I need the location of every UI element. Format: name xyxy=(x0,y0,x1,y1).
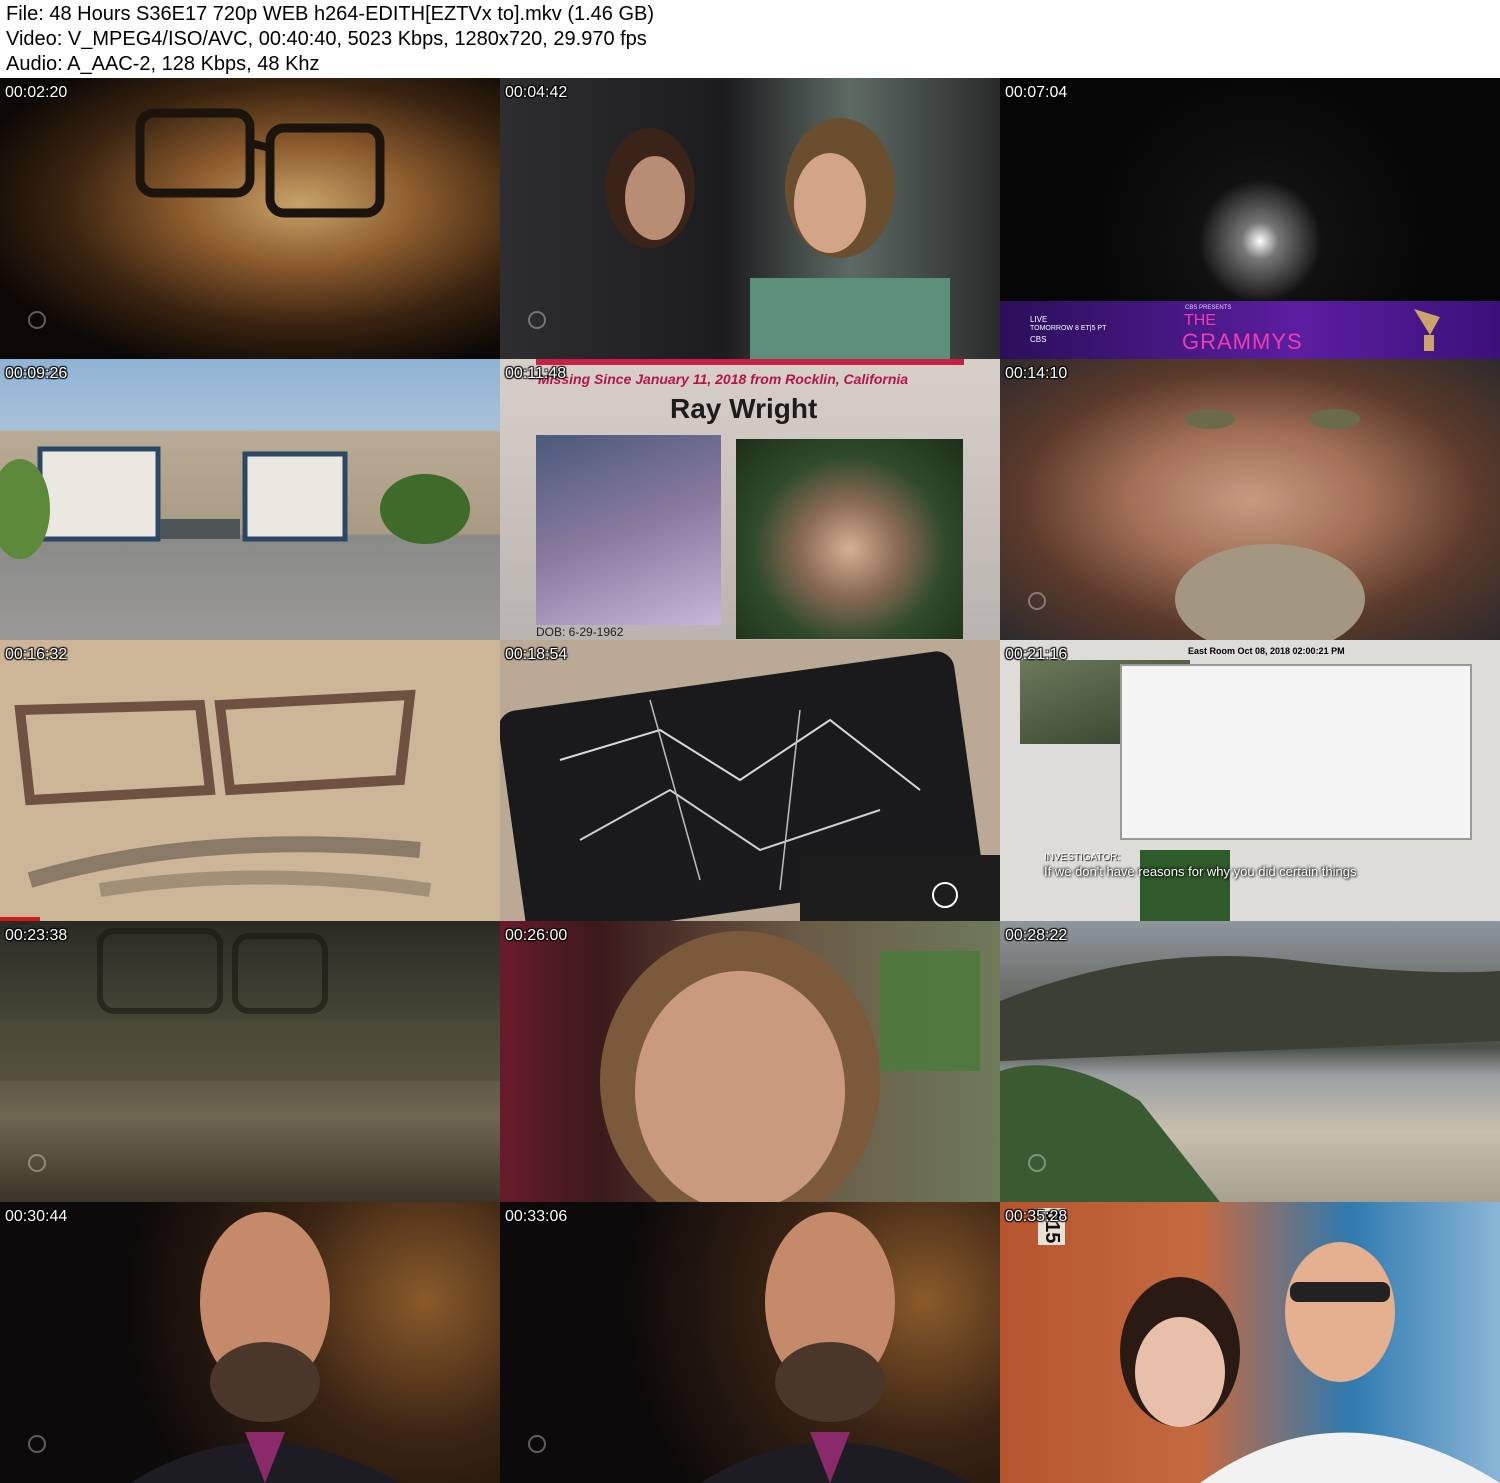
cbs-logo-icon xyxy=(528,1435,546,1453)
thumbnail-timestamp: 00:09:26 xyxy=(5,365,68,382)
caption-speaker: INVESTIGATOR: xyxy=(1044,852,1121,863)
thumbnail-timestamp: 00:23:38 xyxy=(5,927,68,944)
thumbnail-14[interactable]: 00:33:06 xyxy=(500,1202,1000,1483)
man-portrait-icon xyxy=(700,1212,970,1483)
gramophone-icon xyxy=(1414,309,1440,351)
cracked-phone-icon xyxy=(500,651,1000,921)
thumbnail-4[interactable]: 00:09:26 xyxy=(0,359,500,640)
thumbnail-8[interactable]: 00:18:54 xyxy=(500,640,1000,921)
thumbnail-timestamp: 00:33:06 xyxy=(505,1208,568,1225)
thumbnail-timestamp: 00:18:54 xyxy=(505,646,568,663)
glasses-icon xyxy=(135,108,385,218)
poster-dob: DOB: 6-29-1962 xyxy=(536,625,624,639)
cctv-timestamp: East Room Oct 08, 2018 02:00:21 PM xyxy=(1188,646,1345,656)
whiteboard xyxy=(1120,664,1472,840)
cbs-logo-icon xyxy=(1028,1154,1046,1172)
poster-top-bar xyxy=(536,359,964,365)
thumbnail-3[interactable]: LIVE TOMORROW 8 ET|5 PT CBS CBS PRESENTS… xyxy=(1000,78,1500,359)
person-seated xyxy=(1140,850,1230,921)
man-portrait-icon xyxy=(130,1212,400,1483)
thumbnail-15[interactable]: 615 00:35:28 xyxy=(1000,1202,1500,1483)
thumbnail-12[interactable]: 00:28:22 xyxy=(1000,921,1500,1202)
women-silhouette-icon xyxy=(605,118,950,359)
poster-family-photo xyxy=(536,435,721,625)
cbs-logo-icon xyxy=(28,1435,46,1453)
face-icon xyxy=(1175,409,1365,640)
promo-network: CBS xyxy=(1030,335,1047,344)
thumbnail-grid: 00:02:20 00:04:42 LIVE TOMORROW 8 ET|5 P… xyxy=(0,78,1500,1483)
thumbnail-timestamp: 00:21:16 xyxy=(1005,646,1068,663)
promo-when: TOMORROW 8 ET|5 PT xyxy=(1030,325,1107,332)
promo-presents: CBS PRESENTS xyxy=(1185,305,1232,311)
thumbnail-2[interactable]: 00:04:42 xyxy=(500,78,1000,359)
thumbnail-6[interactable]: 00:14:10 xyxy=(1000,359,1500,640)
thumbnail-timestamp: 00:28:22 xyxy=(1005,927,1068,944)
thumbnail-5[interactable]: Missing Since January 11, 2018 from Rock… xyxy=(500,359,1000,640)
poster-name: Ray Wright xyxy=(670,393,818,424)
thumbnail-timestamp: 00:14:10 xyxy=(1005,365,1068,382)
thumbnail-13[interactable]: 00:30:44 xyxy=(0,1202,500,1483)
thumbnail-timestamp: 00:04:42 xyxy=(505,84,568,101)
garage-doors-icon xyxy=(0,446,470,559)
thumbnail-timestamp: 00:26:00 xyxy=(505,927,568,944)
cbs-logo-icon xyxy=(28,311,46,329)
thumbnail-7[interactable]: 00:16:32 xyxy=(0,640,500,921)
thumbnail-timestamp: 00:07:04 xyxy=(1005,84,1068,101)
audio-info-line: Audio: A_AAC-2, 128 Kbps, 48 Khz xyxy=(6,53,320,75)
broken-glasses-icon xyxy=(14,689,432,897)
thumbnail-1[interactable]: 00:02:20 xyxy=(0,78,500,359)
glasses-icon xyxy=(0,928,500,1081)
file-info-line: File: 48 Hours S36E17 720p WEB h264-EDIT… xyxy=(6,3,655,25)
poster-banner: Missing Since January 11, 2018 from Rock… xyxy=(538,371,909,387)
cbs-logo-icon xyxy=(28,1154,46,1172)
grammys-promo-banner: LIVE TOMORROW 8 ET|5 PT CBS CBS PRESENTS… xyxy=(1000,301,1500,359)
thumbnail-10[interactable]: 00:23:38 xyxy=(0,921,500,1202)
video-info-line: Video: V_MPEG4/ISO/AVC, 00:40:40, 5023 K… xyxy=(6,28,647,50)
thumbnail-timestamp: 00:02:20 xyxy=(5,84,68,101)
promo-title: GRAMMYS xyxy=(1182,329,1303,354)
caption-text: If we don't have reasons for why you did… xyxy=(1044,864,1357,879)
promo-the: THE xyxy=(1184,312,1216,329)
thumbnail-11[interactable]: 00:26:00 xyxy=(500,921,1000,1202)
thumbnail-timestamp: 00:30:44 xyxy=(5,1208,68,1225)
cbs-logo-icon xyxy=(528,311,546,329)
poster-portrait-photo xyxy=(736,439,963,639)
couple-icon xyxy=(1120,1242,1500,1483)
cbs-logo-icon xyxy=(1028,592,1046,610)
thumbnail-timestamp: 00:16:32 xyxy=(5,646,68,663)
thumbnail-timestamp: 00:11:48 xyxy=(505,365,567,382)
file-info-header: File: 48 Hours S36E17 720p WEB h264-EDIT… xyxy=(0,0,1500,78)
face-icon xyxy=(600,931,980,1202)
hillside-icon xyxy=(1000,956,1500,1202)
promo-live: LIVE xyxy=(1030,315,1048,324)
thumbnail-9[interactable]: East Room Oct 08, 2018 02:00:21 PM INVES… xyxy=(1000,640,1500,921)
thumbnail-timestamp: 00:35:28 xyxy=(1005,1208,1068,1225)
